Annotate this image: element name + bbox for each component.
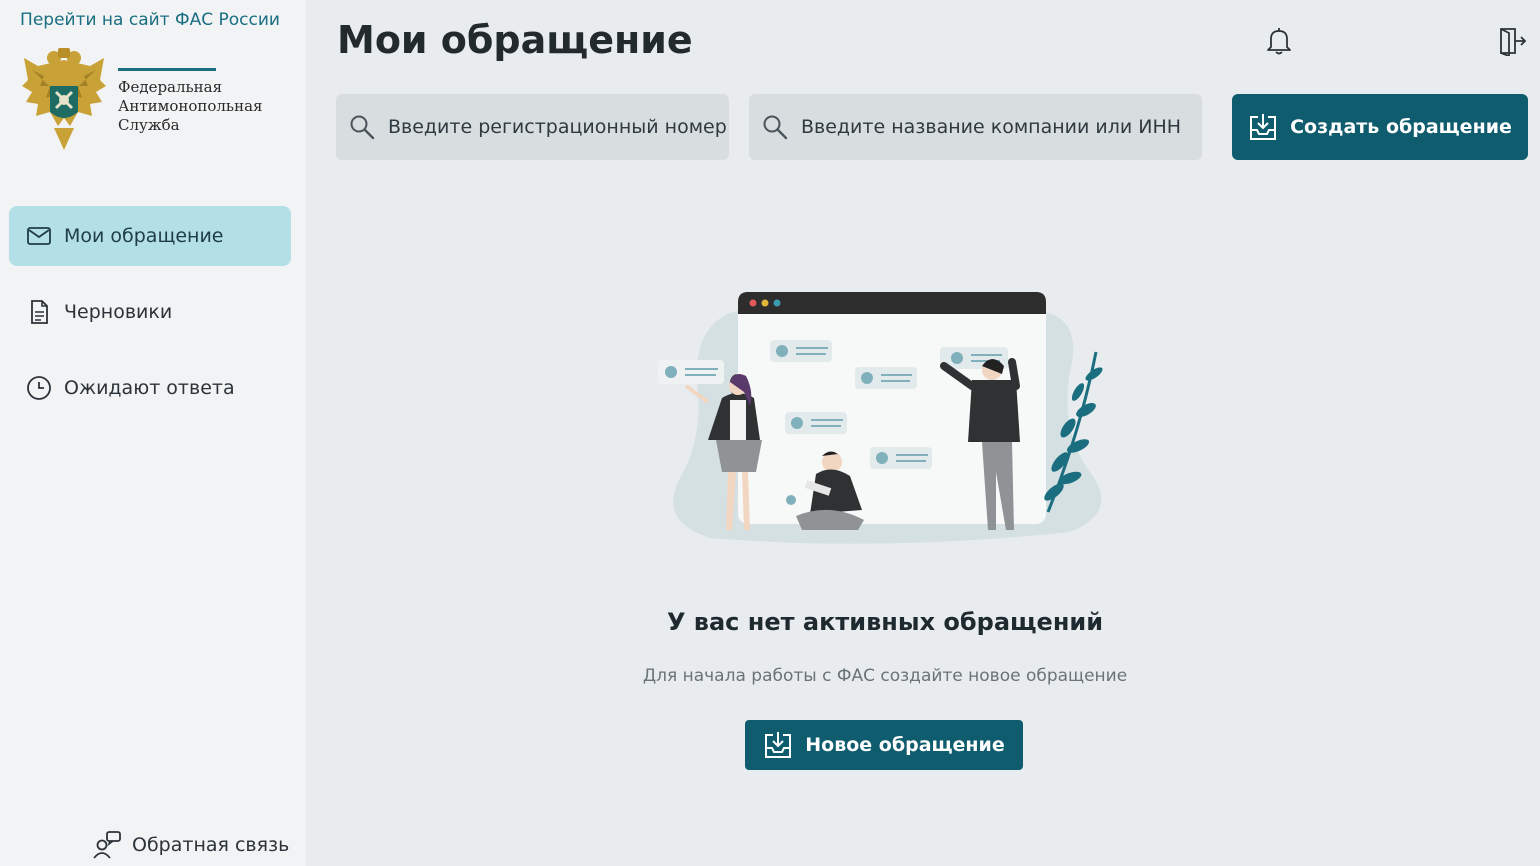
company-search xyxy=(749,94,1202,160)
empty-state-subtitle: Для начала работы с ФАС создайте новое о… xyxy=(642,666,1128,686)
search-icon xyxy=(761,113,789,141)
new-request-label: Новое обращение xyxy=(805,734,1005,756)
feedback-link[interactable]: Обратная связь xyxy=(92,828,289,862)
sidebar-item-label: Ожидают ответа xyxy=(64,377,235,399)
create-request-label: Создать обращение xyxy=(1290,116,1512,138)
sidebar: Перейти на сайт ФАС России Федеральная А… xyxy=(0,0,306,866)
sidebar-item-my-requests[interactable]: Мои обращение xyxy=(9,206,291,266)
inbox-download-icon xyxy=(763,730,793,760)
registration-number-input[interactable] xyxy=(388,116,729,138)
mail-icon xyxy=(26,223,52,249)
notifications-button[interactable] xyxy=(1262,26,1296,60)
bell-icon xyxy=(1265,26,1293,60)
feedback-label: Обратная связь xyxy=(132,834,290,856)
sidebar-item-label: Черновики xyxy=(64,301,173,323)
inbox-download-icon xyxy=(1248,112,1278,142)
registration-search xyxy=(336,94,729,160)
empty-state-illustration xyxy=(658,292,1103,544)
sidebar-item-awaiting-reply[interactable]: Ожидают ответа xyxy=(9,358,291,418)
company-inn-input[interactable] xyxy=(801,116,1202,138)
logout-button[interactable] xyxy=(1495,26,1529,60)
empty-state-title: У вас нет активных обращений xyxy=(666,608,1104,636)
search-icon xyxy=(348,113,376,141)
page-title: Мои обращение xyxy=(337,18,693,62)
fas-emblem-icon xyxy=(22,48,106,150)
create-request-button[interactable]: Создать обращение xyxy=(1232,94,1528,160)
org-accent-line xyxy=(118,68,216,71)
sidebar-item-drafts[interactable]: Черновики xyxy=(9,282,291,342)
clock-icon xyxy=(26,375,52,401)
logout-icon xyxy=(1497,26,1527,60)
feedback-icon xyxy=(92,830,122,860)
new-request-button[interactable]: Новое обращение xyxy=(745,720,1023,770)
document-icon xyxy=(26,299,52,325)
fas-site-link[interactable]: Перейти на сайт ФАС России xyxy=(0,10,300,30)
org-name: Федеральная Антимонопольная Служба xyxy=(118,78,263,134)
sidebar-item-label: Мои обращение xyxy=(64,225,224,247)
